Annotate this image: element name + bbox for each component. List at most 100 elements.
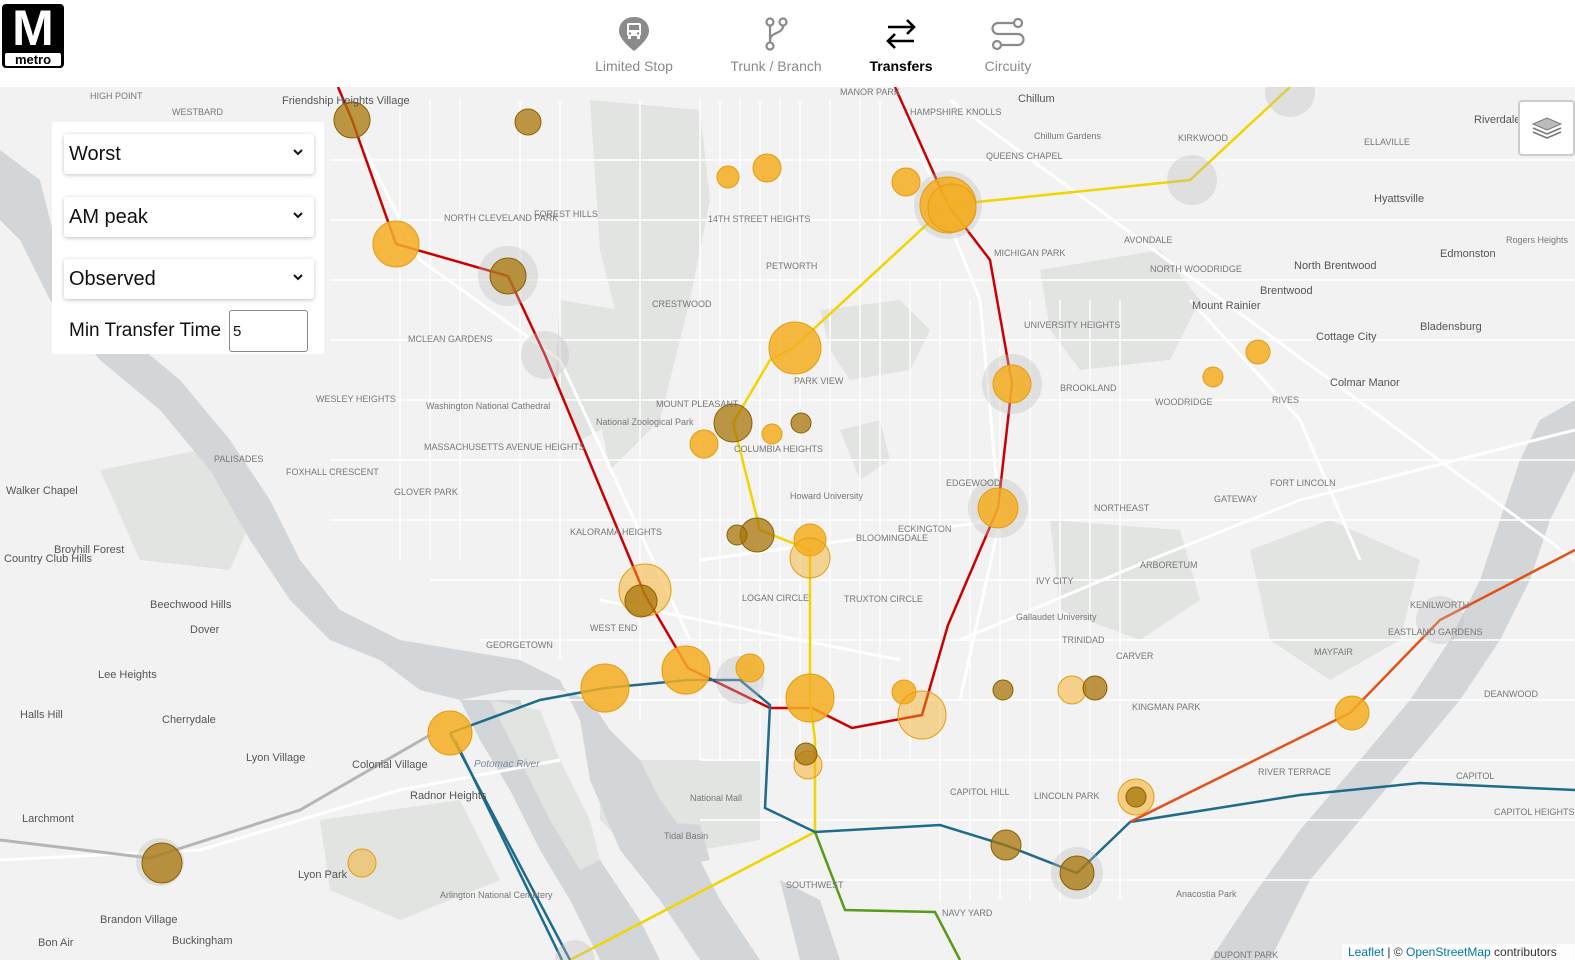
map-label: FORT LINCOLN: [1270, 478, 1336, 488]
map-label: Bon Air: [38, 937, 74, 949]
map-label: AVONDALE: [1124, 235, 1173, 245]
map-label: QUEENS CHAPEL: [986, 151, 1063, 161]
map-label: UNIVERSITY HEIGHTS: [1024, 320, 1121, 330]
map-label: Brentwood: [1260, 285, 1313, 297]
map-label: Dover: [190, 624, 220, 636]
map-label: Anacostia Park: [1176, 889, 1237, 899]
metro-logo[interactable]: M metro: [2, 4, 64, 68]
map-label: MOUNT PLEASANT: [656, 399, 739, 409]
map-label: KALORAMA HEIGHTS: [570, 527, 663, 537]
attribution-separator: | ©: [1384, 945, 1406, 959]
view-nav: Limited Stop Trunk / Branch Transfers Ci…: [580, 14, 1048, 74]
map-label: Halls Hill: [20, 709, 63, 721]
map-label: FOREST HILLS: [534, 209, 598, 219]
map-label: WESTBARD: [172, 107, 224, 117]
map-label: CRESTWOOD: [652, 299, 712, 309]
map-label: Lyon Park: [298, 869, 348, 881]
map-label: Gallaudet University: [1016, 612, 1097, 622]
controls-panel: Worst AM peak Observed Min Transfer Time: [52, 122, 324, 354]
map-label: DUPONT PARK: [1214, 950, 1279, 960]
map-label: MASSACHUSETTS AVENUE HEIGHTS: [424, 442, 585, 452]
nav-label: Limited Stop: [595, 58, 673, 74]
map-label: GEORGETOWN: [486, 640, 553, 650]
map-label: KIRKWOOD: [1178, 133, 1229, 143]
branch-icon: [761, 14, 791, 54]
map-label: Lyon Village: [246, 752, 306, 764]
map-label: HIGH POINT: [90, 91, 143, 101]
map-label: MAYFAIR: [1314, 647, 1353, 657]
min-transfer-input[interactable]: [229, 310, 308, 352]
nav-label: Trunk / Branch: [730, 58, 822, 74]
map-label: CAPITOL: [1456, 771, 1495, 781]
map-label: MICHIGAN PARK: [994, 248, 1066, 258]
map-label: CAPITOL HILL: [950, 787, 1010, 797]
layers-control[interactable]: [1518, 100, 1575, 156]
map-label: ELLAVILLE: [1364, 137, 1410, 147]
bus-stop-icon: [617, 14, 651, 54]
metric-select[interactable]: Worst: [64, 134, 314, 174]
map-label: Brandon Village: [100, 914, 178, 926]
map-label: Chillum Gardens: [1034, 131, 1102, 141]
map-label: Cottage City: [1316, 331, 1377, 343]
map-label: WESLEY HEIGHTS: [316, 394, 396, 404]
map-label: Walker Chapel: [6, 485, 78, 497]
map-label: PALISADES: [214, 454, 264, 464]
map-label: Potomac River: [474, 759, 540, 770]
chevron-down-icon: [293, 274, 303, 281]
map-label: PETWORTH: [766, 261, 818, 271]
map-label: KENILWORTH: [1410, 600, 1470, 610]
attribution-suffix: contributors: [1490, 945, 1557, 959]
map-label: Buckingham: [172, 935, 233, 947]
map-label: IVY CITY: [1036, 576, 1074, 586]
map-label: Colmar Manor: [1330, 377, 1400, 389]
min-transfer-label: Min Transfer Time: [69, 320, 222, 341]
source-select[interactable]: Observed: [64, 259, 314, 299]
chevron-down-icon: [293, 212, 303, 219]
map-label: NORTHEAST: [1094, 503, 1150, 513]
map-label: DEANWOOD: [1484, 689, 1538, 699]
map-label: Bladensburg: [1420, 321, 1482, 333]
logo-letter: M: [12, 4, 54, 56]
map-label: BLOOMINGDALE: [856, 533, 929, 543]
osm-link[interactable]: OpenStreetMap: [1406, 945, 1491, 959]
map-label: SOUTHWEST: [786, 880, 844, 890]
map-label: TRUXTON CIRCLE: [844, 594, 923, 604]
map-label: Broyhill Forest: [54, 544, 125, 556]
map-label: North Brentwood: [1294, 260, 1377, 272]
map-label: RIVES: [1272, 395, 1300, 405]
map-label: National Zoological Park: [596, 417, 694, 427]
map-label: MCLEAN GARDENS: [408, 334, 493, 344]
map-label: LOGAN CIRCLE: [742, 593, 810, 603]
period-select[interactable]: AM peak: [64, 197, 314, 237]
map-label: NORTH WOODRIDGE: [1150, 264, 1242, 274]
nav-limited-stop[interactable]: Limited Stop: [580, 14, 688, 74]
chevron-down-icon: [293, 149, 303, 156]
map-label: HAMPSHIRE KNOLLS: [910, 107, 1002, 117]
period-select-value: AM peak: [69, 205, 148, 228]
nav-transfers[interactable]: Transfers: [862, 14, 940, 74]
map-label: NAVY YARD: [942, 908, 993, 918]
map-label: MANOR PARK: [840, 87, 900, 97]
map-label: Cherrydale: [162, 714, 216, 726]
map-label: WEST END: [590, 623, 638, 633]
transfer-arrows-icon: [884, 14, 918, 54]
map-label: Hyattsville: [1374, 193, 1425, 205]
map-label: Tidal Basin: [664, 831, 709, 841]
nav-label: Circuity: [984, 58, 1032, 74]
map-label: Lee Heights: [98, 669, 157, 681]
source-select-value: Observed: [69, 267, 156, 290]
map-label: Mount Rainier: [1192, 300, 1261, 312]
nav-trunk-branch[interactable]: Trunk / Branch: [710, 14, 842, 74]
layers-icon: [1531, 117, 1562, 139]
map-label: CAPITOL HEIGHTS: [1494, 807, 1575, 817]
nav-circuity[interactable]: Circuity: [968, 14, 1048, 74]
map-label: Chillum: [1018, 93, 1055, 105]
app-header: M metro Limited Stop Trunk / Branch Tran…: [0, 0, 1575, 87]
map-attribution: Leaflet | © OpenStreetMap contributors: [1342, 944, 1575, 960]
map-label: PARK VIEW: [794, 376, 844, 386]
nav-label: Transfers: [869, 58, 933, 74]
map-label: National Mall: [690, 793, 743, 803]
map-label: Colonial Village: [352, 759, 428, 771]
leaflet-link[interactable]: Leaflet: [1348, 945, 1384, 959]
map-label: Beechwood Hills: [150, 599, 232, 611]
